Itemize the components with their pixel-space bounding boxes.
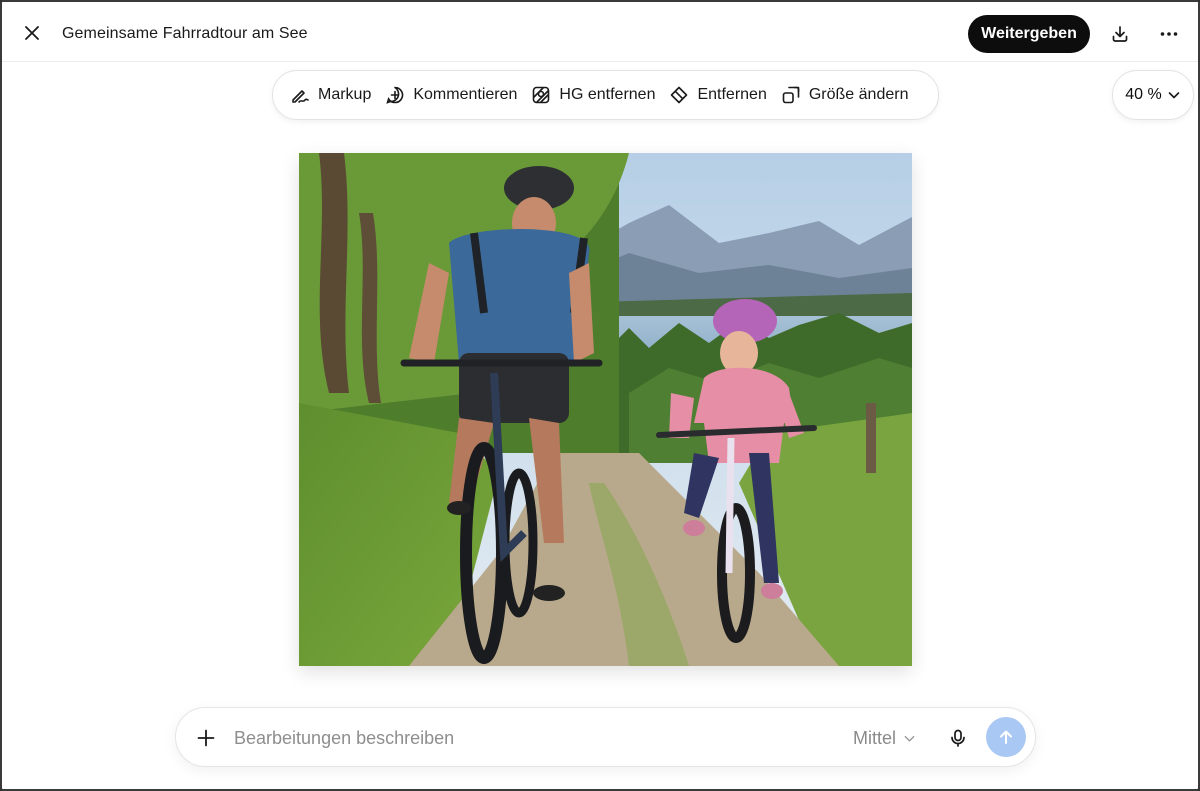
add-comment-icon (386, 86, 404, 104)
voice-input-button[interactable] (942, 722, 974, 754)
photo-illustration (299, 153, 912, 666)
document-title: Gemeinsame Fahrradtour am See (62, 25, 308, 42)
edit-toolbar: Markup Kommentieren HG entfernen Entfern… (272, 70, 939, 120)
zoom-dropdown[interactable]: 40 % (1112, 70, 1194, 120)
resize-icon (782, 86, 800, 104)
download-icon (1112, 26, 1128, 42)
arrow-up-icon (1000, 730, 1012, 744)
quality-dropdown[interactable]: Mittel (853, 724, 916, 752)
markup-pen-icon (292, 90, 309, 103)
share-button[interactable]: Weitergeben (968, 15, 1090, 53)
tool-label: Größe ändern (808, 86, 909, 103)
add-attachment-button[interactable] (190, 722, 222, 754)
tool-erase[interactable]: Entfernen (662, 77, 773, 113)
close-button[interactable] (16, 17, 48, 49)
tool-comment[interactable]: Kommentieren (378, 77, 524, 113)
more-options-button[interactable] (1152, 17, 1186, 51)
edited-photo (299, 153, 912, 666)
close-icon (25, 26, 39, 40)
chevron-down-icon (1168, 92, 1180, 99)
quality-value: Mittel (853, 727, 897, 748)
edit-prompt-input[interactable] (234, 722, 834, 754)
zoom-value: 40 % (1125, 86, 1162, 103)
remove-background-icon (533, 86, 550, 104)
tool-label: Kommentieren (413, 86, 518, 103)
eraser-icon (671, 86, 688, 104)
header-bar: Gemeinsame Fahrradtour am See Weitergebe… (2, 2, 1198, 62)
image-editor-window: Gemeinsame Fahrradtour am See Weitergebe… (0, 0, 1200, 791)
microphone-icon (951, 729, 965, 747)
more-horizontal-icon (1160, 32, 1178, 36)
tool-resize[interactable]: Größe ändern (774, 77, 916, 113)
send-button[interactable] (986, 717, 1026, 757)
download-button[interactable] (1103, 17, 1137, 51)
tool-label: Markup (318, 86, 372, 103)
tool-markup[interactable]: Markup (283, 77, 378, 113)
edit-prompt-composer: Mittel (175, 707, 1036, 767)
tool-remove-background[interactable]: HG entfernen (524, 77, 662, 113)
tool-label: Entfernen (697, 86, 767, 103)
tool-label: HG entfernen (559, 86, 656, 103)
chevron-down-icon (904, 735, 915, 742)
plus-icon (197, 729, 215, 747)
